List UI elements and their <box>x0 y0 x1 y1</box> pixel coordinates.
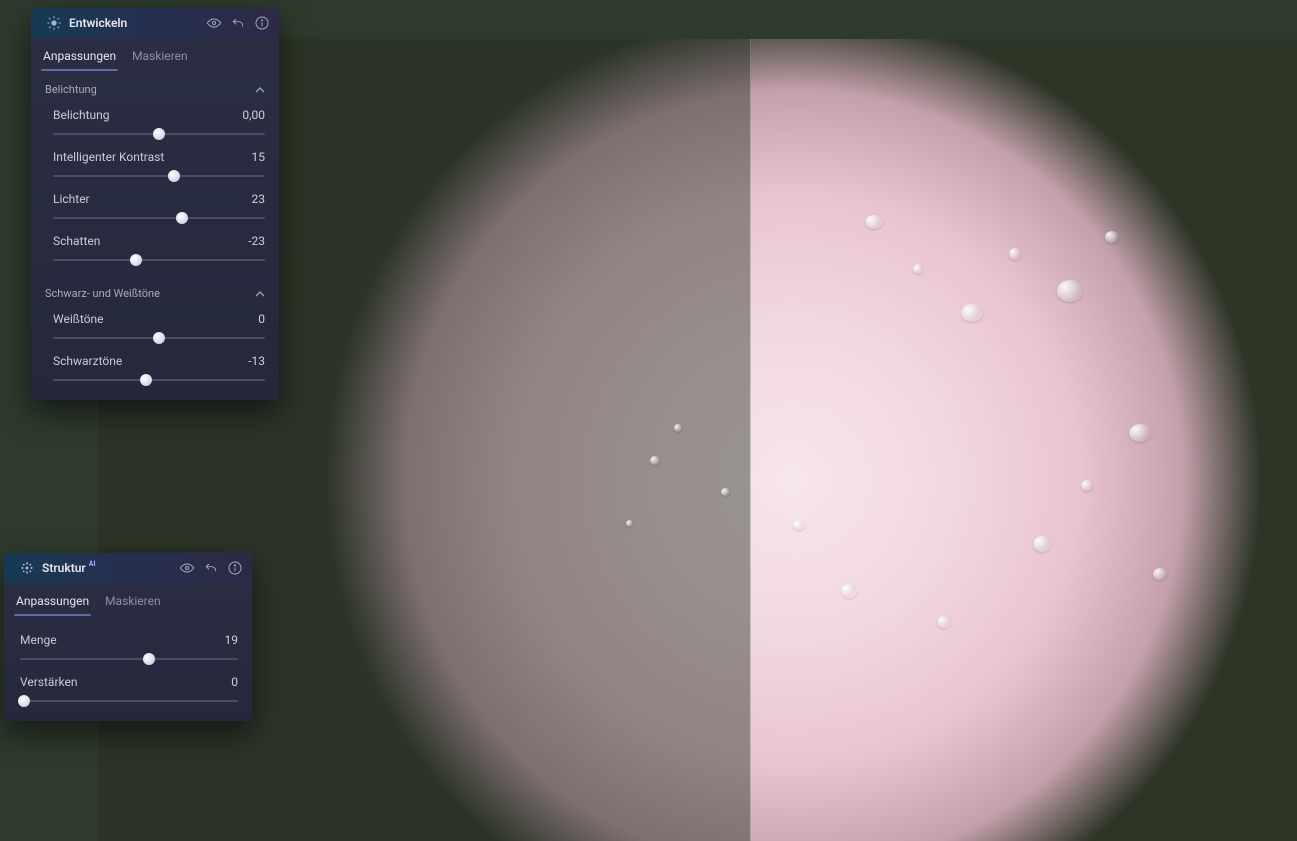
slider-label: Schatten <box>53 234 100 248</box>
slider-knob[interactable] <box>140 374 152 386</box>
slider-label: Lichter <box>53 192 90 206</box>
slider-verstaerken[interactable]: Verstärken 0 <box>4 667 252 709</box>
tab-maskieren[interactable]: Maskieren <box>105 594 161 616</box>
slider-label: Intelligenter Kontrast <box>53 150 164 164</box>
undo-icon[interactable] <box>229 14 247 32</box>
slider-knob[interactable] <box>168 170 180 182</box>
panel-header[interactable]: Entwickeln <box>31 8 279 38</box>
panel-entwickeln: Entwickeln Anpassungen Maskieren Belicht… <box>31 8 279 400</box>
slider-label: Menge <box>20 633 57 647</box>
info-icon[interactable] <box>253 14 271 32</box>
slider-intelligenter-kontrast[interactable]: Intelligenter Kontrast 15 <box>31 142 279 184</box>
slider-knob[interactable] <box>153 128 165 140</box>
slider-weisstoene[interactable]: Weißtöne 0 <box>31 304 279 346</box>
slider-value[interactable]: 0 <box>258 312 265 326</box>
slider-value[interactable]: -13 <box>248 354 265 368</box>
slider-label: Belichtung <box>53 108 109 122</box>
eye-icon[interactable] <box>178 559 196 577</box>
tab-anpassungen[interactable]: Anpassungen <box>43 49 116 71</box>
slider-knob[interactable] <box>130 254 142 266</box>
chevron-up-icon <box>255 85 265 95</box>
tab-anpassungen[interactable]: Anpassungen <box>16 594 89 616</box>
section-belichtung-header[interactable]: Belichtung <box>31 72 279 100</box>
slider-value[interactable]: 19 <box>225 633 239 647</box>
panel-struktur: Struktur AI Anpassungen Maskieren Menge 1… <box>4 553 252 721</box>
slider-menge[interactable]: Menge 19 <box>4 625 252 667</box>
slider-knob[interactable] <box>143 653 155 665</box>
slider-knob[interactable] <box>176 212 188 224</box>
slider-value[interactable]: -23 <box>248 234 265 248</box>
structure-icon <box>18 559 36 577</box>
eye-icon[interactable] <box>205 14 223 32</box>
slider-knob[interactable] <box>153 332 165 344</box>
section-sw-header[interactable]: Schwarz- und Weißtöne <box>31 276 279 304</box>
panel-header[interactable]: Struktur AI <box>4 553 252 583</box>
slider-lichter[interactable]: Lichter 23 <box>31 184 279 226</box>
undo-icon[interactable] <box>202 559 220 577</box>
tabs: Anpassungen Maskieren <box>4 583 252 617</box>
info-icon[interactable] <box>226 559 244 577</box>
panel-title: Entwickeln <box>69 16 127 30</box>
slider-value[interactable]: 0 <box>231 675 238 689</box>
slider-schatten[interactable]: Schatten -23 <box>31 226 279 268</box>
slider-label: Weißtöne <box>53 312 104 326</box>
slider-value[interactable]: 15 <box>252 150 266 164</box>
slider-knob[interactable] <box>18 695 30 707</box>
slider-value[interactable]: 23 <box>252 192 266 206</box>
ai-badge: AI <box>89 560 96 568</box>
slider-label: Schwarztöne <box>53 354 122 368</box>
slider-value[interactable]: 0,00 <box>242 108 265 122</box>
sun-icon <box>45 14 63 32</box>
slider-schwarztoene[interactable]: Schwarztöne -13 <box>31 346 279 388</box>
section-title: Schwarz- und Weißtöne <box>45 287 160 300</box>
panel-title: Struktur <box>42 561 86 575</box>
tab-maskieren[interactable]: Maskieren <box>132 49 188 71</box>
chevron-up-icon <box>255 289 265 299</box>
slider-label: Verstärken <box>20 675 77 689</box>
slider-belichtung[interactable]: Belichtung 0,00 <box>31 100 279 142</box>
section-title: Belichtung <box>45 83 97 96</box>
tabs: Anpassungen Maskieren <box>31 38 279 72</box>
